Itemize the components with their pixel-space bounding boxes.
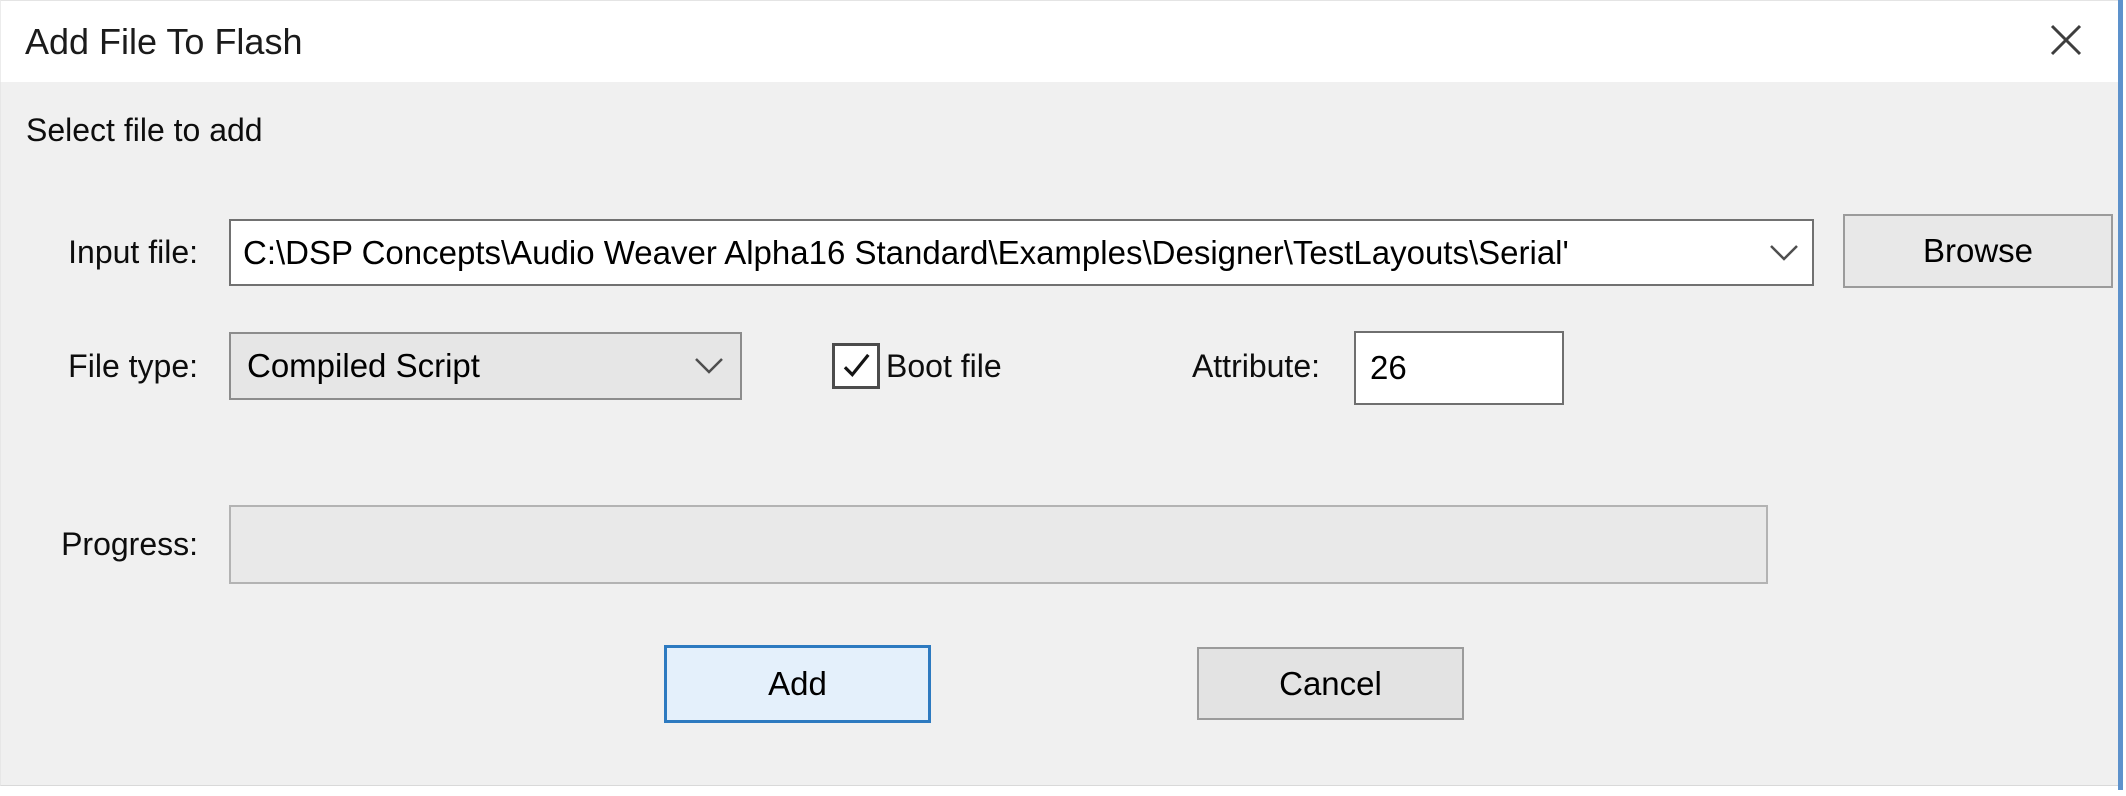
checkmark-icon bbox=[839, 350, 873, 382]
browse-button[interactable]: Browse bbox=[1843, 214, 2113, 288]
close-icon bbox=[2044, 18, 2088, 62]
file-type-value: Compiled Script bbox=[247, 347, 480, 385]
input-file-label: Input file: bbox=[0, 219, 198, 286]
cancel-button[interactable]: Cancel bbox=[1197, 647, 1464, 720]
attribute-input[interactable] bbox=[1354, 331, 1564, 405]
boot-file-label[interactable]: Boot file bbox=[886, 332, 1002, 400]
input-file-dropdown-button[interactable] bbox=[1756, 221, 1812, 284]
input-file-field[interactable] bbox=[231, 221, 1756, 284]
input-file-combobox[interactable] bbox=[229, 219, 1814, 286]
window-accent-border bbox=[2118, 0, 2123, 790]
file-type-select[interactable]: Compiled Script bbox=[229, 332, 742, 400]
chevron-down-icon bbox=[1769, 244, 1799, 262]
title-bar[interactable]: Add File To Flash bbox=[0, 0, 2118, 82]
add-button[interactable]: Add bbox=[664, 645, 931, 723]
add-file-to-flash-dialog: Add File To Flash Select file to add Inp… bbox=[0, 0, 2126, 796]
attribute-label: Attribute: bbox=[1120, 332, 1320, 400]
chevron-down-icon bbox=[694, 357, 724, 375]
progress-label: Progress: bbox=[0, 505, 198, 584]
progress-bar bbox=[229, 505, 1768, 584]
window-title: Add File To Flash bbox=[25, 1, 302, 83]
file-type-label: File type: bbox=[0, 332, 198, 400]
dialog-body bbox=[0, 82, 2118, 786]
boot-file-checkbox[interactable] bbox=[832, 343, 880, 389]
section-label: Select file to add bbox=[26, 112, 263, 149]
close-button[interactable] bbox=[2034, 8, 2098, 72]
